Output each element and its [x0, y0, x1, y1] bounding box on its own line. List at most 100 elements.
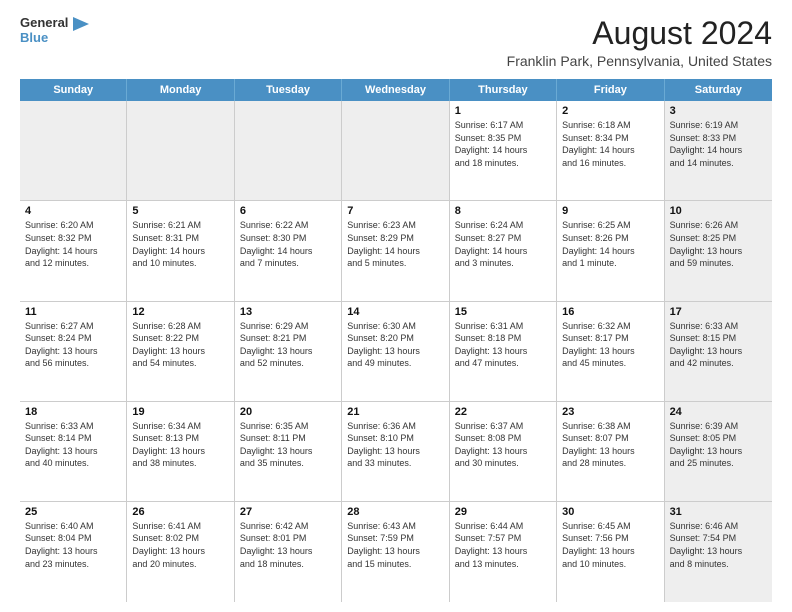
calendar-cell: 26Sunrise: 6:41 AM Sunset: 8:02 PM Dayli… — [127, 502, 234, 602]
day-info: Sunrise: 6:46 AM Sunset: 7:54 PM Dayligh… — [670, 520, 767, 570]
day-info: Sunrise: 6:37 AM Sunset: 8:08 PM Dayligh… — [455, 420, 551, 470]
calendar-header-cell: Wednesday — [342, 79, 449, 101]
day-info: Sunrise: 6:33 AM Sunset: 8:14 PM Dayligh… — [25, 420, 121, 470]
calendar-cell: 22 Sunrise: 6:37 AM Sunset: 8:08 PM Dayli… — [450, 402, 557, 501]
day-number: 3 — [670, 105, 767, 117]
calendar-cell: 5 Sunrise: 6:21 AM Sunset: 8:31 PM Daylig… — [127, 201, 234, 300]
day-number: 13 — [240, 306, 336, 318]
day-info: Sunrise: 6:17 AM Sunset: 8:35 PM Dayligh… — [455, 119, 551, 169]
day-number: 16 — [562, 306, 658, 318]
day-info: Sunrise: 6:19 AM Sunset: 8:33 PM Dayligh… — [670, 119, 767, 169]
calendar-row: 1Sunrise: 6:17 AM Sunset: 8:35 PM Daylig… — [20, 101, 772, 201]
day-info: Sunrise: 6:24 AM Sunset: 8:27 PM Dayligh… — [455, 219, 551, 269]
title-block: August 2024 Franklin Park, Pennsylvania,… — [507, 16, 772, 69]
calendar-cell: 15Sunrise: 6:31 AM Sunset: 8:18 PM Dayli… — [450, 302, 557, 401]
day-number: 26 — [132, 506, 228, 518]
calendar-row: 25 Sunrise: 6:40 AM Sunset: 8:04 PM Dayli… — [20, 502, 772, 602]
day-info: Sunrise: 6:31 AM Sunset: 8:18 PM Dayligh… — [455, 320, 551, 370]
logo: General Blue — [20, 16, 89, 45]
day-number: 25 — [25, 506, 121, 518]
calendar-cell: 6 Sunrise: 6:22 AM Sunset: 8:30 PM Daylig… — [235, 201, 342, 300]
calendar-cell: 2 Sunrise: 6:18 AM Sunset: 8:34 PM Daylig… — [557, 101, 664, 200]
calendar-header-cell: Thursday — [450, 79, 557, 101]
day-number: 7 — [347, 205, 443, 217]
day-number: 6 — [240, 205, 336, 217]
day-number: 18 — [25, 406, 121, 418]
calendar-cell: 17Sunrise: 6:33 AM Sunset: 8:15 PM Dayli… — [665, 302, 772, 401]
calendar-header-cell: Tuesday — [235, 79, 342, 101]
day-number: 22 — [455, 406, 551, 418]
calendar-cell: 10 Sunrise: 6:26 AM Sunset: 8:25 PM Dayli… — [665, 201, 772, 300]
calendar-cell: 21 Sunrise: 6:36 AM Sunset: 8:10 PM Dayli… — [342, 402, 449, 501]
day-info: Sunrise: 6:32 AM Sunset: 8:17 PM Dayligh… — [562, 320, 658, 370]
day-number: 27 — [240, 506, 336, 518]
calendar-cell: 9Sunrise: 6:25 AM Sunset: 8:26 PM Daylig… — [557, 201, 664, 300]
day-info: Sunrise: 6:20 AM Sunset: 8:32 PM Dayligh… — [25, 219, 121, 269]
header: General Blue August 2024 Franklin Park, … — [20, 16, 772, 69]
day-number: 5 — [132, 205, 228, 217]
day-number: 23 — [562, 406, 658, 418]
day-number: 12 — [132, 306, 228, 318]
day-number: 17 — [670, 306, 767, 318]
day-number: 28 — [347, 506, 443, 518]
calendar-row: 11 Sunrise: 6:27 AM Sunset: 8:24 PM Dayli… — [20, 302, 772, 402]
day-info: Sunrise: 6:38 AM Sunset: 8:07 PM Dayligh… — [562, 420, 658, 470]
day-number: 29 — [455, 506, 551, 518]
calendar-cell — [342, 101, 449, 200]
day-number: 24 — [670, 406, 767, 418]
calendar-header-cell: Sunday — [20, 79, 127, 101]
day-number: 19 — [132, 406, 228, 418]
calendar-cell: 27 Sunrise: 6:42 AM Sunset: 8:01 PM Dayli… — [235, 502, 342, 602]
calendar-cell — [20, 101, 127, 200]
calendar-row: 4 Sunrise: 6:20 AM Sunset: 8:32 PM Daylig… — [20, 201, 772, 301]
day-number: 20 — [240, 406, 336, 418]
page: General Blue August 2024 Franklin Park, … — [0, 0, 792, 612]
day-number: 11 — [25, 306, 121, 318]
day-info: Sunrise: 6:21 AM Sunset: 8:31 PM Dayligh… — [132, 219, 228, 269]
calendar-cell: 16 Sunrise: 6:32 AM Sunset: 8:17 PM Dayli… — [557, 302, 664, 401]
day-number: 10 — [670, 205, 767, 217]
day-info: Sunrise: 6:29 AM Sunset: 8:21 PM Dayligh… — [240, 320, 336, 370]
day-info: Sunrise: 6:39 AM Sunset: 8:05 PM Dayligh… — [670, 420, 767, 470]
day-info: Sunrise: 6:35 AM Sunset: 8:11 PM Dayligh… — [240, 420, 336, 470]
calendar-header: SundayMondayTuesdayWednesdayThursdayFrid… — [20, 79, 772, 101]
calendar: SundayMondayTuesdayWednesdayThursdayFrid… — [20, 79, 772, 602]
day-info: Sunrise: 6:45 AM Sunset: 7:56 PM Dayligh… — [562, 520, 658, 570]
calendar-cell: 19 Sunrise: 6:34 AM Sunset: 8:13 PM Dayli… — [127, 402, 234, 501]
day-info: Sunrise: 6:27 AM Sunset: 8:24 PM Dayligh… — [25, 320, 121, 370]
day-info: Sunrise: 6:44 AM Sunset: 7:57 PM Dayligh… — [455, 520, 551, 570]
day-number: 4 — [25, 205, 121, 217]
day-number: 31 — [670, 506, 767, 518]
calendar-header-cell: Friday — [557, 79, 664, 101]
calendar-header-cell: Saturday — [665, 79, 772, 101]
calendar-cell — [235, 101, 342, 200]
day-info: Sunrise: 6:36 AM Sunset: 8:10 PM Dayligh… — [347, 420, 443, 470]
calendar-cell: 3 Sunrise: 6:19 AM Sunset: 8:33 PM Daylig… — [665, 101, 772, 200]
day-number: 30 — [562, 506, 658, 518]
day-info: Sunrise: 6:22 AM Sunset: 8:30 PM Dayligh… — [240, 219, 336, 269]
calendar-cell: 12Sunrise: 6:28 AM Sunset: 8:22 PM Dayli… — [127, 302, 234, 401]
day-info: Sunrise: 6:30 AM Sunset: 8:20 PM Dayligh… — [347, 320, 443, 370]
day-info: Sunrise: 6:43 AM Sunset: 7:59 PM Dayligh… — [347, 520, 443, 570]
calendar-row: 18 Sunrise: 6:33 AM Sunset: 8:14 PM Dayli… — [20, 402, 772, 502]
day-info: Sunrise: 6:42 AM Sunset: 8:01 PM Dayligh… — [240, 520, 336, 570]
calendar-cell: 30 Sunrise: 6:45 AM Sunset: 7:56 PM Dayli… — [557, 502, 664, 602]
day-number: 21 — [347, 406, 443, 418]
calendar-cell: 8Sunrise: 6:24 AM Sunset: 8:27 PM Daylig… — [450, 201, 557, 300]
calendar-cell — [127, 101, 234, 200]
calendar-cell: 20 Sunrise: 6:35 AM Sunset: 8:11 PM Dayli… — [235, 402, 342, 501]
calendar-cell: 29 Sunrise: 6:44 AM Sunset: 7:57 PM Dayli… — [450, 502, 557, 602]
calendar-cell: 24 Sunrise: 6:39 AM Sunset: 8:05 PM Dayli… — [665, 402, 772, 501]
calendar-cell: 14Sunrise: 6:30 AM Sunset: 8:20 PM Dayli… — [342, 302, 449, 401]
day-info: Sunrise: 6:34 AM Sunset: 8:13 PM Dayligh… — [132, 420, 228, 470]
day-info: Sunrise: 6:40 AM Sunset: 8:04 PM Dayligh… — [25, 520, 121, 570]
day-info: Sunrise: 6:23 AM Sunset: 8:29 PM Dayligh… — [347, 219, 443, 269]
calendar-cell: 1Sunrise: 6:17 AM Sunset: 8:35 PM Daylig… — [450, 101, 557, 200]
day-number: 2 — [562, 105, 658, 117]
day-info: Sunrise: 6:26 AM Sunset: 8:25 PM Dayligh… — [670, 219, 767, 269]
calendar-cell: 13 Sunrise: 6:29 AM Sunset: 8:21 PM Dayli… — [235, 302, 342, 401]
logo-arrow-icon — [73, 17, 89, 31]
calendar-cell: 11 Sunrise: 6:27 AM Sunset: 8:24 PM Dayli… — [20, 302, 127, 401]
calendar-cell: 28 Sunrise: 6:43 AM Sunset: 7:59 PM Dayli… — [342, 502, 449, 602]
day-info: Sunrise: 6:18 AM Sunset: 8:34 PM Dayligh… — [562, 119, 658, 169]
